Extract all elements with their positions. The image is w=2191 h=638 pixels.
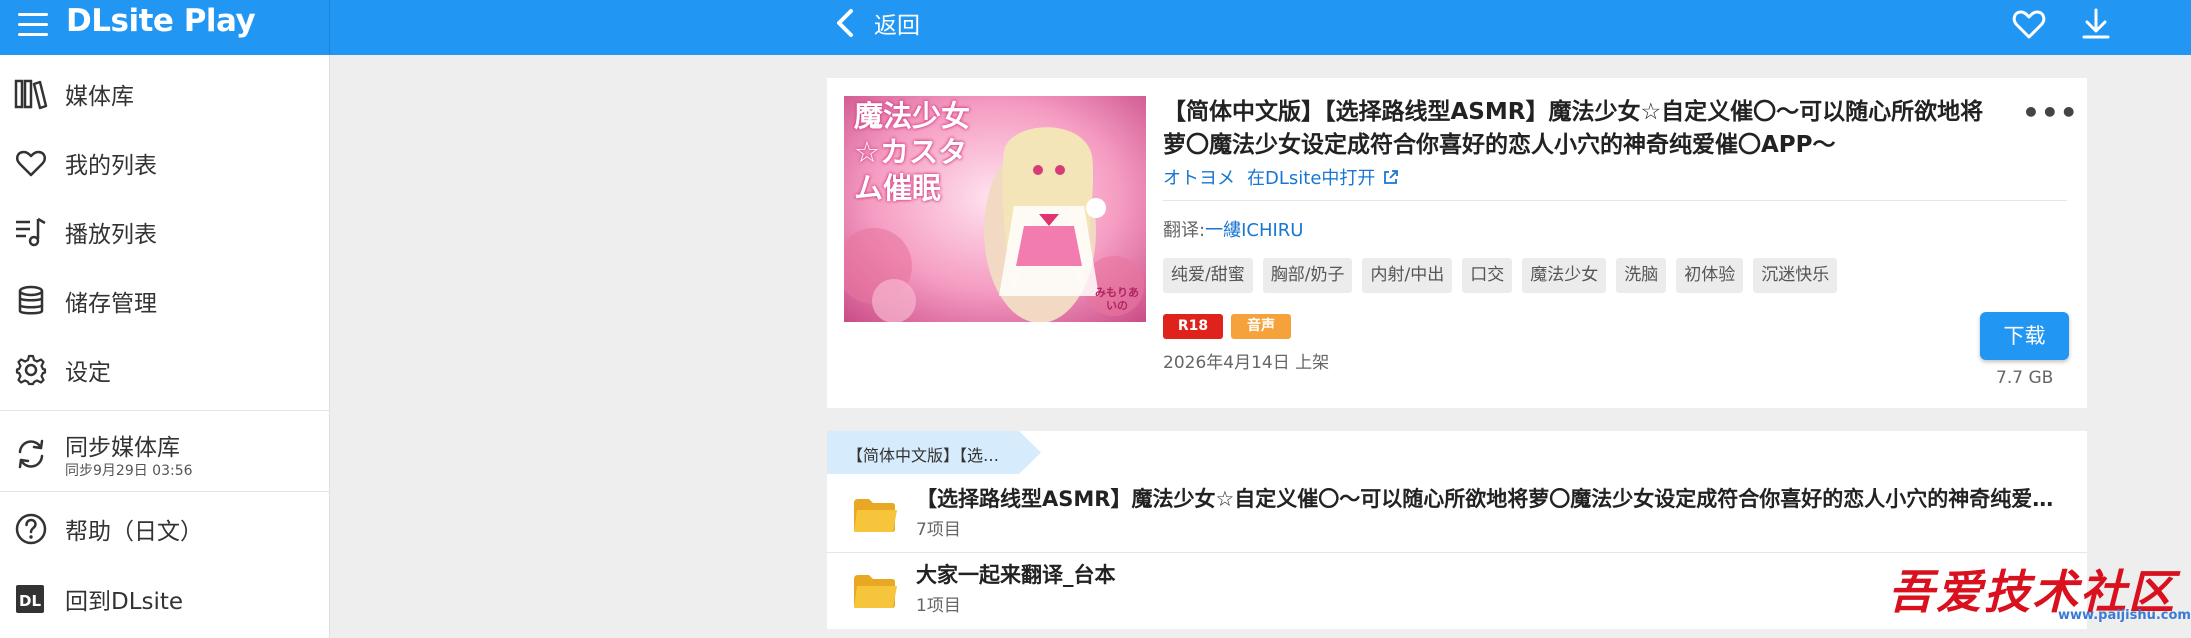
open-in-dlsite-link[interactable]: 在DLsite中打开 (1247, 164, 1399, 190)
sidebar-item-label: 播放列表 (65, 222, 157, 248)
more-options-button[interactable]: ••• (2022, 96, 2079, 129)
cover-image[interactable]: 魔法少女☆カスタム催眠 みもりあいの (844, 96, 1146, 322)
external-link-icon (1384, 169, 1399, 184)
playlist-icon (16, 217, 46, 247)
library-icon (14, 79, 48, 110)
watermark-url: www.paijishu.com (2058, 608, 2191, 623)
sidebar-item-label: 帮助（日文） (65, 519, 203, 545)
folder-item-count: 7项目 (916, 520, 961, 540)
sidebar-item-label: 我的列表 (65, 153, 157, 179)
divider (1163, 200, 2067, 201)
tag-list: 纯爱/甜蜜 胸部/奶子 内射/中出 口交 魔法少女 洗脑 初体验 沉迷快乐 (1163, 258, 1838, 293)
sidebar-item-settings[interactable]: 设定 (0, 340, 330, 400)
r18-badge: R18 (1163, 314, 1223, 339)
sync-timestamp: 同步9月29日 03:56 (65, 463, 193, 479)
sidebar-item-storage[interactable]: 储存管理 (0, 271, 330, 331)
folder-icon (854, 575, 897, 608)
product-title: 【简体中文版】【选择路线型ASMR】魔法少女☆自定义催〇～可以随心所欲地将萝〇魔… (1163, 99, 1984, 158)
sidebar-item-back-to-dlsite[interactable]: DL 回到DLsite (0, 569, 330, 629)
release-date: 2026年4月14日 上架 (1163, 353, 1330, 373)
back-button[interactable]: 返回 (834, 5, 920, 41)
download-button[interactable]: 下载 (1980, 312, 2069, 360)
menu-icon[interactable] (16, 7, 50, 41)
folder-row[interactable]: 【选择路线型ASMR】魔法少女☆自定义催〇～可以随心所欲地将萝〇魔法少女设定成符… (827, 477, 2087, 552)
tag[interactable]: 魔法少女 (1522, 258, 1607, 293)
tag[interactable]: 胸部/奶子 (1262, 258, 1353, 293)
app-logo: DLsite Play (66, 3, 256, 39)
dl-logo-icon: DL (16, 585, 44, 613)
sidebar-divider (0, 410, 330, 411)
sidebar-item-playlist[interactable]: 播放列表 (0, 202, 330, 262)
circle-link[interactable]: オトヨメ (1163, 164, 1235, 190)
gear-icon (15, 354, 47, 386)
sidebar-item-sync[interactable]: 同步媒体库 同步9月29日 03:56 (0, 418, 330, 490)
sidebar-divider (0, 491, 330, 492)
folder-item-count: 1项目 (916, 596, 961, 616)
cover-author: みもりあいの (1095, 286, 1139, 312)
tag[interactable]: 口交 (1462, 258, 1513, 293)
database-icon (18, 285, 44, 315)
sync-icon (18, 439, 44, 469)
sidebar: 媒体库 我的列表 播放列表 储存管理 设定 同步媒体库 同步9月29日 03:5… (0, 55, 330, 638)
sidebar-item-label: 储存管理 (65, 291, 157, 317)
sidebar-item-library[interactable]: 媒体库 (0, 64, 330, 124)
open-in-dlsite-label: 在DLsite中打开 (1247, 168, 1376, 189)
breadcrumb[interactable]: 【简体中文版】【选… (827, 431, 1041, 474)
sidebar-item-help[interactable]: 帮助（日文） (0, 499, 330, 559)
back-label: 返回 (874, 13, 920, 39)
translator-name-link[interactable]: 一縷ICHIRU (1205, 220, 1303, 241)
tag[interactable]: 沉迷快乐 (1753, 258, 1838, 293)
tag[interactable]: 洗脑 (1616, 258, 1667, 293)
help-icon (15, 513, 47, 545)
tag[interactable]: 纯爱/甜蜜 (1163, 258, 1253, 293)
sidebar-item-my-list[interactable]: 我的列表 (0, 133, 330, 193)
tag[interactable]: 初体验 (1676, 258, 1744, 293)
sidebar-item-label: 媒体库 (65, 84, 134, 110)
sidebar-item-label: 回到DLsite (65, 589, 184, 615)
translator-label: 翻译: (1163, 220, 1206, 241)
watermark: 吾爱技术社区 www.paijishu.com (1888, 556, 2191, 638)
favorite-heart-icon[interactable] (2011, 6, 2047, 42)
sidebar-item-label: 同步媒体库 (65, 435, 180, 461)
folder-icon (854, 499, 897, 532)
chevron-left-icon (837, 9, 853, 37)
folder-name: 【选择路线型ASMR】魔法少女☆自定义催〇～可以随心所欲地将萝〇魔法少女设定成符… (916, 487, 2056, 511)
download-icon[interactable] (2078, 6, 2114, 42)
file-size: 7.7 GB (1996, 368, 2054, 388)
brand-area: DLsite Play (0, 0, 330, 55)
voice-badge: 音声 (1231, 314, 1291, 339)
breadcrumb-label: 【简体中文版】【选… (847, 446, 1000, 465)
top-app-bar: DLsite Play 返回 (0, 0, 2191, 55)
svg-text:DL: DL (19, 592, 41, 610)
cover-title: 魔法少女☆カスタム催眠 (854, 99, 971, 205)
sidebar-item-label: 设定 (65, 360, 111, 386)
heart-icon (15, 150, 47, 177)
product-card: 魔法少女☆カスタム催眠 みもりあいの 【简体中文版】【选择路线型ASMR】魔法少… (827, 78, 2087, 408)
folder-name: 大家一起来翻译_台本 (916, 563, 1116, 587)
tag[interactable]: 内射/中出 (1362, 258, 1453, 293)
translator-line: 翻译:一縷ICHIRU (1163, 216, 1303, 242)
